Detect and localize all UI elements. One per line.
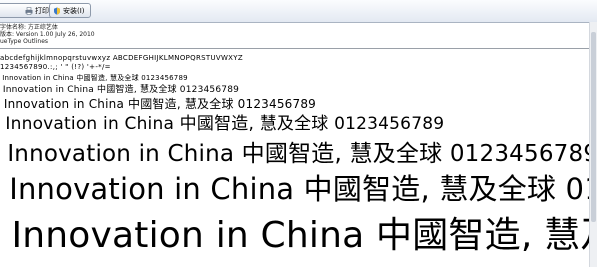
sample-text: Innovation in China 中國智造, 慧及全球 012345678… xyxy=(11,215,597,256)
divider xyxy=(0,48,590,49)
sample-line-3: Innovation in China 中國智造, 慧及全球 012345678… xyxy=(0,98,316,110)
sample-text: Innovation in China 中國智造, 慧及全球 012345678… xyxy=(9,172,597,206)
font-name-line: 字体名称: 方正综艺体 xyxy=(0,24,58,31)
sample-text: Innovation in China 中國智造, 慧及全球 012345678… xyxy=(3,97,317,111)
digits-sample: 1234567890.:,; ' " (!?) '+-*/= xyxy=(0,63,111,71)
font-version-line: 版本: Version 1.00 July 26, 2010 xyxy=(0,31,95,38)
sample-line-1: Innovation in China 中國智造, 慧及全球 012345678… xyxy=(0,75,188,82)
sample-text: Innovation in China 中國智造, 慧及全球 012345678… xyxy=(2,85,240,95)
printer-icon xyxy=(25,7,33,15)
alphabet-sample: abcdefghijklmnopqrstuvwxyz ABCDEFGHIJKLM… xyxy=(0,54,243,62)
vertical-scrollbar[interactable] xyxy=(589,22,597,267)
sample-line-5: Innovation in China 中國智造, 慧及全球 012345678… xyxy=(0,143,597,166)
sample-text: Innovation in China 中國智造, 慧及全球 012345678… xyxy=(7,141,597,167)
install-button-label: 安装(I) xyxy=(63,7,85,15)
sample-text: Innovation in China 中國智造, 慧及全球 012345678… xyxy=(5,114,445,134)
install-button[interactable]: 安装(I) xyxy=(49,3,91,18)
sample-line-7: Innovation in China 中國智造, 慧及全球 012345678… xyxy=(0,218,597,254)
toolbar: 打印(P) 安装(I) xyxy=(0,0,597,23)
sample-line-4: Innovation in China 中國智造, 慧及全球 012345678… xyxy=(0,116,444,133)
scrollbar-thumb[interactable] xyxy=(591,32,596,222)
sample-line-6: Innovation in China 中國智造, 慧及全球 012345678… xyxy=(0,175,597,204)
font-outline-line: ueType Outlines xyxy=(0,38,49,45)
sample-line-2: Innovation in China 中國智造, 慧及全球 012345678… xyxy=(0,86,239,95)
install-shield-icon xyxy=(54,7,60,15)
sample-text: Innovation in China 中國智造, 慧及全球 012345678… xyxy=(2,74,188,82)
